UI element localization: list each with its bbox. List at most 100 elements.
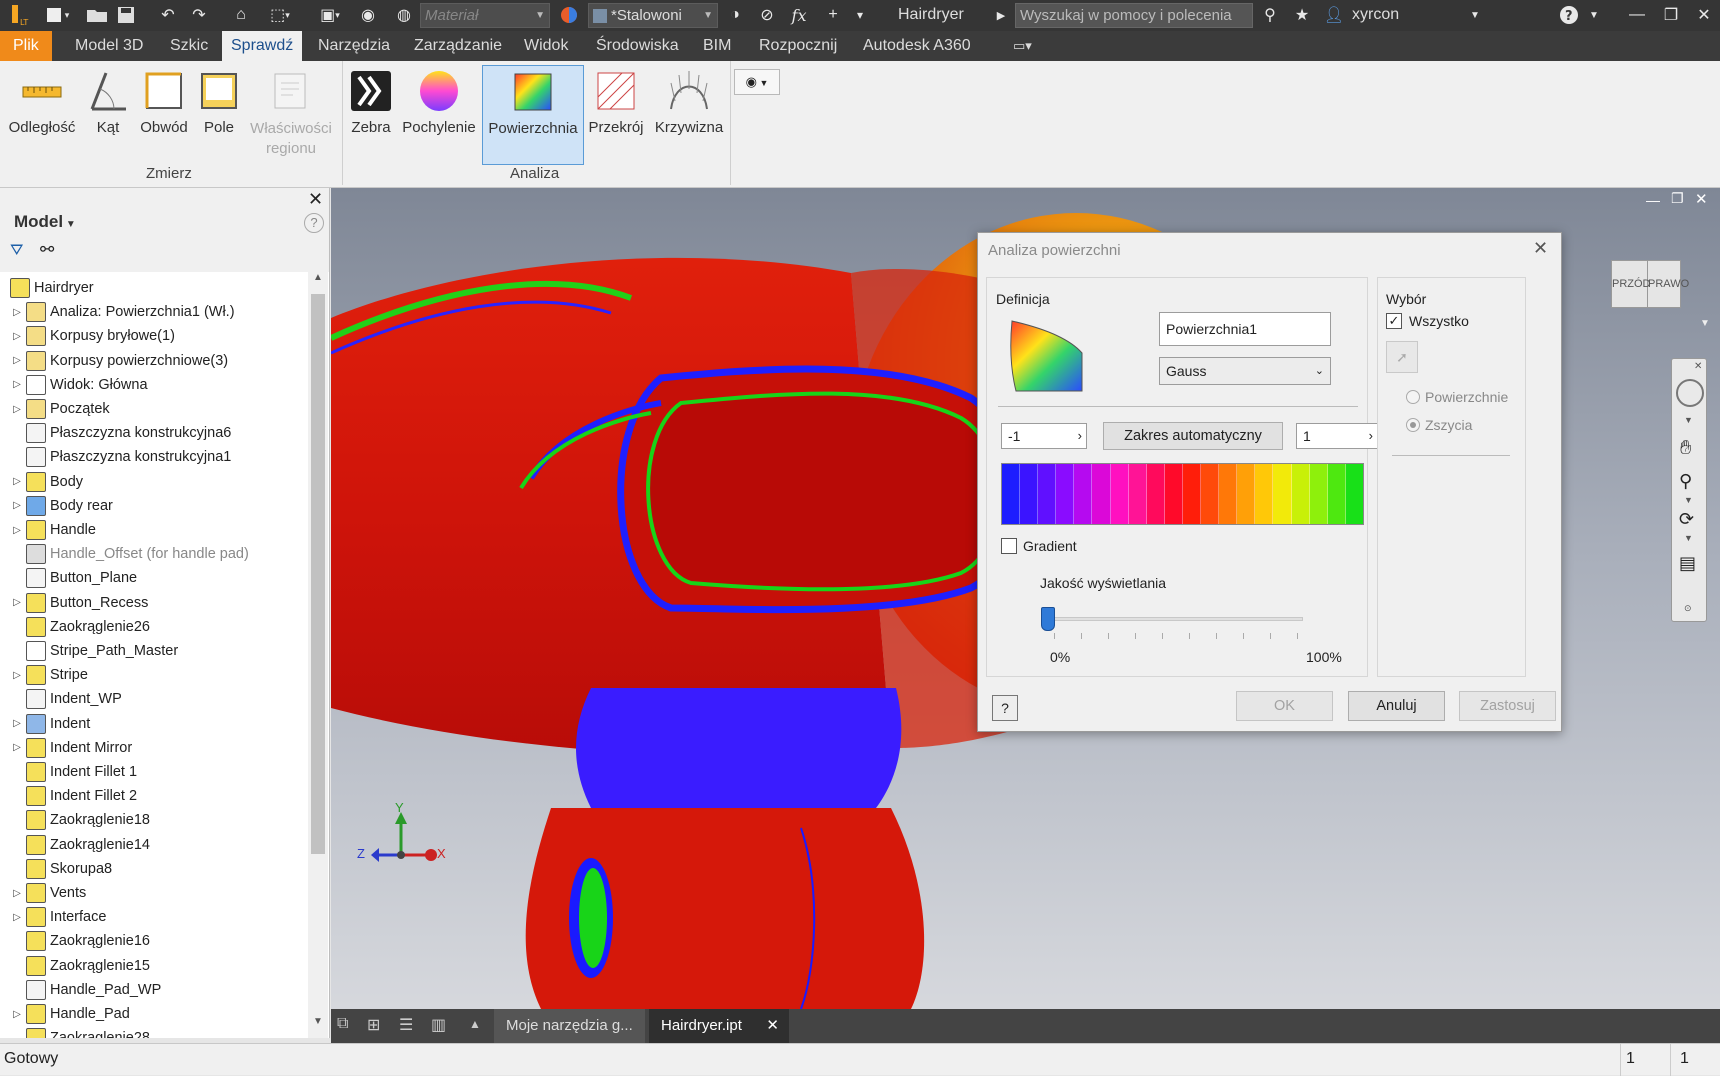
- save-icon[interactable]: [113, 4, 139, 26]
- close-icon[interactable]: ✕: [1694, 361, 1702, 372]
- viewcube-right-face[interactable]: PRAWO: [1648, 261, 1689, 307]
- chevron-right-icon[interactable]: ▶: [993, 4, 1009, 26]
- display-quality-slider[interactable]: [1048, 617, 1303, 621]
- clear-appearance-icon[interactable]: ⊘: [754, 4, 780, 26]
- tab-model-3d[interactable]: Model 3D: [66, 31, 152, 61]
- chevron-right-icon[interactable]: ›: [1369, 424, 1373, 448]
- close-icon[interactable]: ✕: [308, 189, 323, 210]
- seams-radio[interactable]: [1406, 418, 1420, 432]
- close-icon[interactable]: ✕: [1690, 4, 1718, 26]
- tree-item[interactable]: Hairdryer: [0, 276, 94, 300]
- tab-sketch[interactable]: Szkic: [161, 31, 217, 61]
- browser-title[interactable]: Model ▼: [14, 212, 76, 232]
- viewport-restore-icon[interactable]: ❐: [1671, 190, 1684, 207]
- customize-icon[interactable]: ▾: [850, 4, 870, 26]
- undo-icon[interactable]: ↶: [155, 4, 181, 26]
- select-pointer-icon[interactable]: ➚: [1386, 341, 1418, 373]
- expand-arrow-icon[interactable]: ▷: [8, 331, 26, 342]
- tab-bim[interactable]: BIM: [694, 31, 740, 61]
- tree-item[interactable]: ▷ Analiza: Powierzchnia1 (Wł.): [0, 300, 235, 324]
- tree-item[interactable]: ▷ Korpusy powierzchniowe(3): [0, 349, 228, 373]
- section-analysis-button[interactable]: Przekrój: [586, 65, 646, 136]
- all-checkbox[interactable]: ✓: [1386, 313, 1402, 329]
- viewport-close-icon[interactable]: ✕: [1695, 190, 1708, 208]
- tree-item[interactable]: ▷ Interface: [0, 905, 106, 929]
- parameters-icon[interactable]: fx: [786, 4, 812, 26]
- expand-arrow-icon[interactable]: ▷: [8, 404, 26, 415]
- expand-arrow-icon[interactable]: ▷: [8, 670, 26, 681]
- expand-arrow-icon[interactable]: ▷: [8, 500, 26, 511]
- tree-item[interactable]: ▷ Widok: Główna: [0, 373, 148, 397]
- tree-item[interactable]: ▷ Handle_Pad: [0, 1002, 130, 1026]
- range-min-input[interactable]: -1 ›: [1001, 423, 1087, 449]
- doc-tab-my-tools[interactable]: Moje narzędzia g...: [494, 1009, 645, 1043]
- viewcube-front-face[interactable]: PRZÓD: [1612, 261, 1651, 307]
- tab-get-started[interactable]: Rozpocznij: [750, 31, 846, 61]
- look-at-icon[interactable]: ▤: [1679, 553, 1696, 574]
- analysis-name-input[interactable]: Powierzchnia1: [1159, 312, 1331, 346]
- expand-arrow-icon[interactable]: ▷: [8, 742, 26, 753]
- tree-item[interactable]: Button_Plane: [0, 566, 137, 590]
- select-filter-icon[interactable]: ▣ ▾: [310, 4, 350, 26]
- tree-item[interactable]: Zaokrąglenie28: [0, 1026, 150, 1038]
- tile-horizontal-icon[interactable]: ☰: [399, 1015, 413, 1035]
- surfaces-radio[interactable]: [1406, 390, 1420, 404]
- help-icon[interactable]: ?: [992, 695, 1018, 721]
- inventor-logo-icon[interactable]: LT: [6, 4, 32, 27]
- tree-scrollbar[interactable]: ▲ ▼: [308, 272, 328, 1038]
- chevron-down-icon[interactable]: ▼: [1684, 533, 1693, 543]
- cascade-icon[interactable]: ⧉: [337, 1015, 348, 1033]
- chevron-down-icon[interactable]: ▼: [1465, 4, 1485, 26]
- tree-item[interactable]: Handle_Offset (for handle pad): [0, 542, 249, 566]
- measure-area-button[interactable]: Pole: [196, 65, 242, 136]
- cancel-button[interactable]: Anuluj: [1348, 691, 1445, 721]
- color-override-icon[interactable]: ◉: [355, 4, 381, 26]
- tree-item[interactable]: ▷ Początek: [0, 397, 110, 421]
- scrollbar-thumb[interactable]: [311, 294, 325, 854]
- tree-item[interactable]: Indent Fillet 2: [0, 784, 137, 808]
- measure-angle-button[interactable]: Kąt: [84, 65, 132, 136]
- orbit-icon[interactable]: ⟳: [1679, 509, 1694, 530]
- chevron-down-icon[interactable]: ▼: [1586, 4, 1602, 26]
- tree-item[interactable]: ▷ Body rear: [0, 494, 113, 518]
- gradient-checkbox[interactable]: [1001, 538, 1017, 554]
- adjust-appearance-icon[interactable]: ◑: [722, 4, 748, 26]
- viewcube-menu-icon[interactable]: ▼: [1700, 318, 1710, 329]
- expand-arrow-icon[interactable]: ▷: [8, 379, 26, 390]
- material-sphere-icon[interactable]: ◍: [391, 4, 417, 26]
- close-icon[interactable]: ✕: [1533, 238, 1548, 259]
- minimize-icon[interactable]: —: [1622, 4, 1652, 26]
- tree-item[interactable]: Zaokrąglenie16: [0, 929, 150, 953]
- restore-icon[interactable]: ❐: [1656, 4, 1686, 26]
- tile-icon[interactable]: ⊞: [367, 1015, 380, 1035]
- appearance-icon[interactable]: [556, 4, 582, 26]
- tree-item[interactable]: Zaokrąglenie26: [0, 615, 150, 639]
- expand-arrow-icon[interactable]: ▷: [8, 307, 26, 318]
- tree-item[interactable]: Zaokrąglenie15: [0, 954, 150, 978]
- tree-item[interactable]: Handle_Pad_WP: [0, 978, 161, 1002]
- measure-distance-button[interactable]: Odległość: [4, 65, 80, 136]
- display-quality-slider-thumb[interactable]: [1041, 607, 1055, 631]
- new-file-icon[interactable]: ▾: [40, 4, 74, 26]
- arrange-up-icon[interactable]: ▲: [469, 1017, 481, 1031]
- measure-perimeter-button[interactable]: Obwód: [136, 65, 192, 136]
- tree-item[interactable]: ▷ Indent: [0, 712, 90, 736]
- chevron-right-icon[interactable]: ›: [1078, 424, 1082, 448]
- help-icon[interactable]: ?: [1556, 4, 1582, 26]
- redo-icon[interactable]: ↷: [186, 4, 212, 26]
- tree-item[interactable]: Zaokrąglenie18: [0, 808, 150, 832]
- auto-range-button[interactable]: Zakres automatyczny: [1103, 422, 1283, 450]
- tree-item[interactable]: ▷ Vents: [0, 881, 86, 905]
- ok-button[interactable]: OK: [1236, 691, 1333, 721]
- analysis-type-dropdown[interactable]: Gauss ⌄: [1159, 357, 1331, 385]
- tree-item[interactable]: ▷ Handle: [0, 518, 96, 542]
- close-icon[interactable]: ✕: [766, 1009, 779, 1043]
- scroll-down-icon[interactable]: ▼: [310, 1016, 326, 1036]
- doc-tab-hairdryer[interactable]: Hairdryer.ipt ✕: [649, 1009, 789, 1043]
- draft-analysis-button[interactable]: Pochylenie: [398, 65, 480, 136]
- binoculars-icon[interactable]: ⚯: [40, 240, 54, 260]
- update-icon[interactable]: ⬚ ▾: [260, 4, 300, 26]
- help-icon[interactable]: ?: [304, 213, 324, 233]
- tree-item[interactable]: Zaokrąglenie14: [0, 833, 150, 857]
- tab-tools[interactable]: Narzędzia: [309, 31, 399, 61]
